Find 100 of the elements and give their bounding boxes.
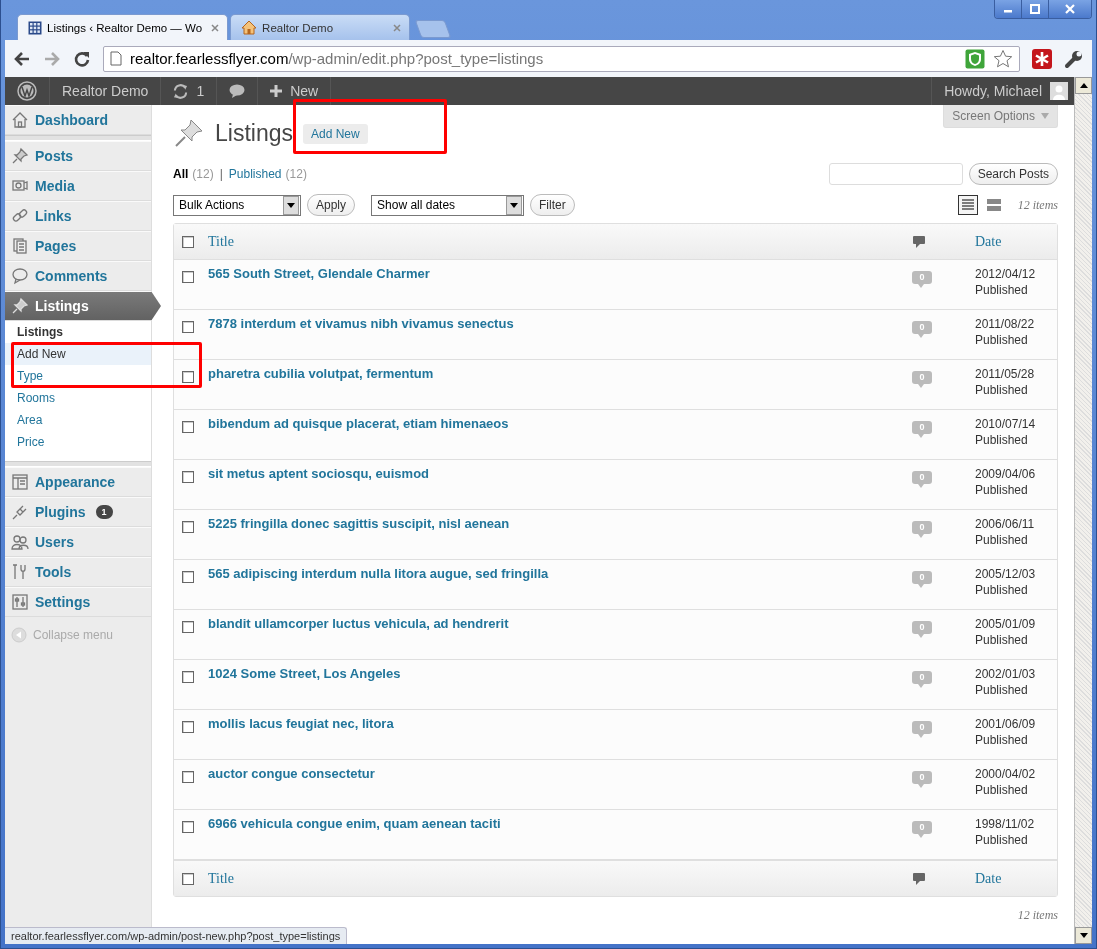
layout-icon	[11, 473, 29, 491]
date-text: 1998/11/02	[975, 816, 1036, 832]
pushpin-icon	[11, 147, 29, 165]
row-checkbox[interactable]	[182, 721, 194, 733]
scroll-up-icon[interactable]	[1079, 83, 1088, 88]
submenu-item[interactable]: Listings	[5, 321, 151, 343]
menu-item[interactable]: Pages	[5, 231, 151, 261]
browser-tab[interactable]: Listings ‹ Realtor Demo — Wo	[17, 14, 229, 40]
row-checkbox[interactable]	[182, 671, 194, 683]
date-filter-dropdown[interactable]: Show all dates	[371, 194, 525, 216]
menu-item[interactable]: Settings	[5, 587, 151, 617]
status-text: Published	[975, 582, 1029, 598]
row-checkbox[interactable]	[182, 771, 194, 783]
screen-options-button[interactable]: Screen Options	[943, 105, 1058, 128]
shield-icon[interactable]	[965, 48, 985, 69]
search-button[interactable]: Search Posts	[968, 163, 1058, 185]
listing-title-link[interactable]: bibendum ad quisque placerat, etiam himenaeos	[208, 416, 912, 431]
pushpin-icon	[11, 297, 29, 315]
row-checkbox[interactable]	[182, 471, 194, 483]
status-text: Published	[975, 682, 1029, 698]
row-checkbox[interactable]	[182, 621, 194, 633]
menu-item[interactable]: Users	[5, 527, 151, 557]
browser-tab[interactable]: Realtor Demo	[230, 14, 411, 40]
star-icon[interactable]	[993, 48, 1013, 69]
column-header[interactable]: Title	[208, 870, 913, 887]
column-header[interactable]: Date	[975, 233, 1057, 250]
submenu-item[interactable]: Rooms	[5, 387, 151, 409]
row-checkbox[interactable]	[182, 321, 194, 333]
menu-item[interactable]: Appearance	[5, 467, 151, 497]
submenu-item[interactable]: Type	[5, 365, 151, 387]
column-header[interactable]: Title	[208, 233, 913, 250]
tools-icon	[11, 563, 29, 581]
select-all-checkbox[interactable]	[182, 872, 194, 885]
reload-icon[interactable]	[73, 49, 91, 68]
submenu-item[interactable]: Area	[5, 409, 151, 431]
row-checkbox[interactable]	[182, 571, 194, 583]
listing-title-link[interactable]: blandit ullamcorper luctus vehicula, ad hendrerit	[208, 616, 912, 631]
close-button[interactable]	[1048, 0, 1091, 18]
item-count: 12 items	[1017, 197, 1058, 213]
listing-title-link[interactable]: 1024 Some Street, Los Angeles	[208, 666, 912, 681]
status-bar: realtor.fearlessflyer.com/wp-admin/post-new.php?post_type=listings	[5, 927, 348, 944]
row-checkbox[interactable]	[182, 271, 194, 283]
listing-title-link[interactable]: auctor congue consectetur	[208, 766, 912, 781]
date-text: 2012/04/12	[975, 266, 1037, 282]
listing-title-link[interactable]: 5225 fringilla donec sagittis suscipit, nisl aenean	[208, 516, 912, 531]
date-text: 2001/06/09	[975, 716, 1037, 732]
date-text: 2002/01/03	[975, 666, 1037, 682]
menu-item[interactable]: Links	[5, 201, 151, 231]
listing-title-link[interactable]: 565 adipiscing interdum nulla litora augue, sed fringilla	[208, 566, 912, 581]
plus-icon	[270, 85, 283, 97]
filter-link[interactable]: Published	[228, 167, 282, 181]
link-icon	[11, 207, 29, 225]
status-text: Published	[975, 482, 1029, 498]
apply-button[interactable]: Apply	[307, 194, 356, 216]
avatar-icon	[1050, 82, 1068, 100]
asterisk-icon[interactable]	[1032, 48, 1052, 69]
date-text: 2005/01/09	[975, 616, 1037, 632]
separator: |	[219, 167, 223, 181]
listing-title-link[interactable]: 7878 interdum et vivamus nibh vivamus senectus	[208, 316, 912, 331]
menu-item[interactable]: Listings	[5, 291, 161, 321]
listing-title-link[interactable]: mollis lacus feugiat nec, litora	[208, 716, 912, 731]
scroll-down-icon[interactable]	[1079, 933, 1088, 938]
list-icon	[959, 197, 976, 213]
plug-icon	[11, 503, 29, 521]
listing-title-link[interactable]: 6966 vehicula congue enim, quam aenean taciti	[208, 816, 912, 831]
list-view-button[interactable]	[957, 195, 978, 215]
status-text: Published	[975, 432, 1029, 448]
menu-item[interactable]: Media	[5, 171, 151, 201]
pushpin-icon	[173, 117, 205, 149]
back-icon[interactable]	[13, 50, 31, 67]
row-checkbox[interactable]	[182, 821, 194, 833]
filter-button[interactable]: Filter	[530, 194, 575, 216]
maximize-icon	[1029, 4, 1041, 14]
listing-title-link[interactable]: pharetra cubilia volutpat, fermentum	[208, 366, 912, 381]
filter-link[interactable]: All	[173, 167, 189, 181]
select-all-checkbox[interactable]	[182, 235, 194, 248]
minimize-button[interactable]	[995, 0, 1021, 18]
listing-title-link[interactable]: sit metus aptent sociosqu, euismod	[208, 466, 912, 481]
listing-title-link[interactable]: 565 South Street, Glendale Charmer	[208, 266, 912, 281]
date-text: 2005/12/03	[975, 566, 1037, 582]
row-checkbox[interactable]	[182, 521, 194, 533]
menu-item[interactable]: Tools	[5, 557, 151, 587]
menu-item[interactable]: Plugins 1	[5, 497, 151, 527]
close-icon[interactable]	[211, 23, 220, 32]
maximize-button[interactable]	[1021, 0, 1048, 18]
submenu-item[interactable]: Price	[5, 431, 151, 453]
scrollbar[interactable]	[1074, 77, 1092, 944]
wrench-icon[interactable]	[1064, 48, 1084, 69]
search-field[interactable]	[828, 163, 963, 185]
column-header[interactable]: Date	[975, 870, 1057, 887]
row-checkbox[interactable]	[182, 421, 194, 433]
bulk-actions-dropdown[interactable]: Bulk Actions	[173, 194, 301, 216]
grid-icon	[28, 20, 42, 35]
address-bar[interactable]: realtor.fearlessflyer.com/wp-admin/edit.php?post_type=listings	[103, 45, 1020, 72]
status-text: Published	[975, 832, 1029, 848]
status-text: Published	[975, 282, 1029, 298]
add-new-button[interactable]: Add New	[303, 124, 368, 144]
speech-bubble-icon	[913, 235, 925, 248]
row-checkbox[interactable]	[182, 371, 194, 383]
menu-item[interactable]: Posts	[5, 141, 151, 171]
